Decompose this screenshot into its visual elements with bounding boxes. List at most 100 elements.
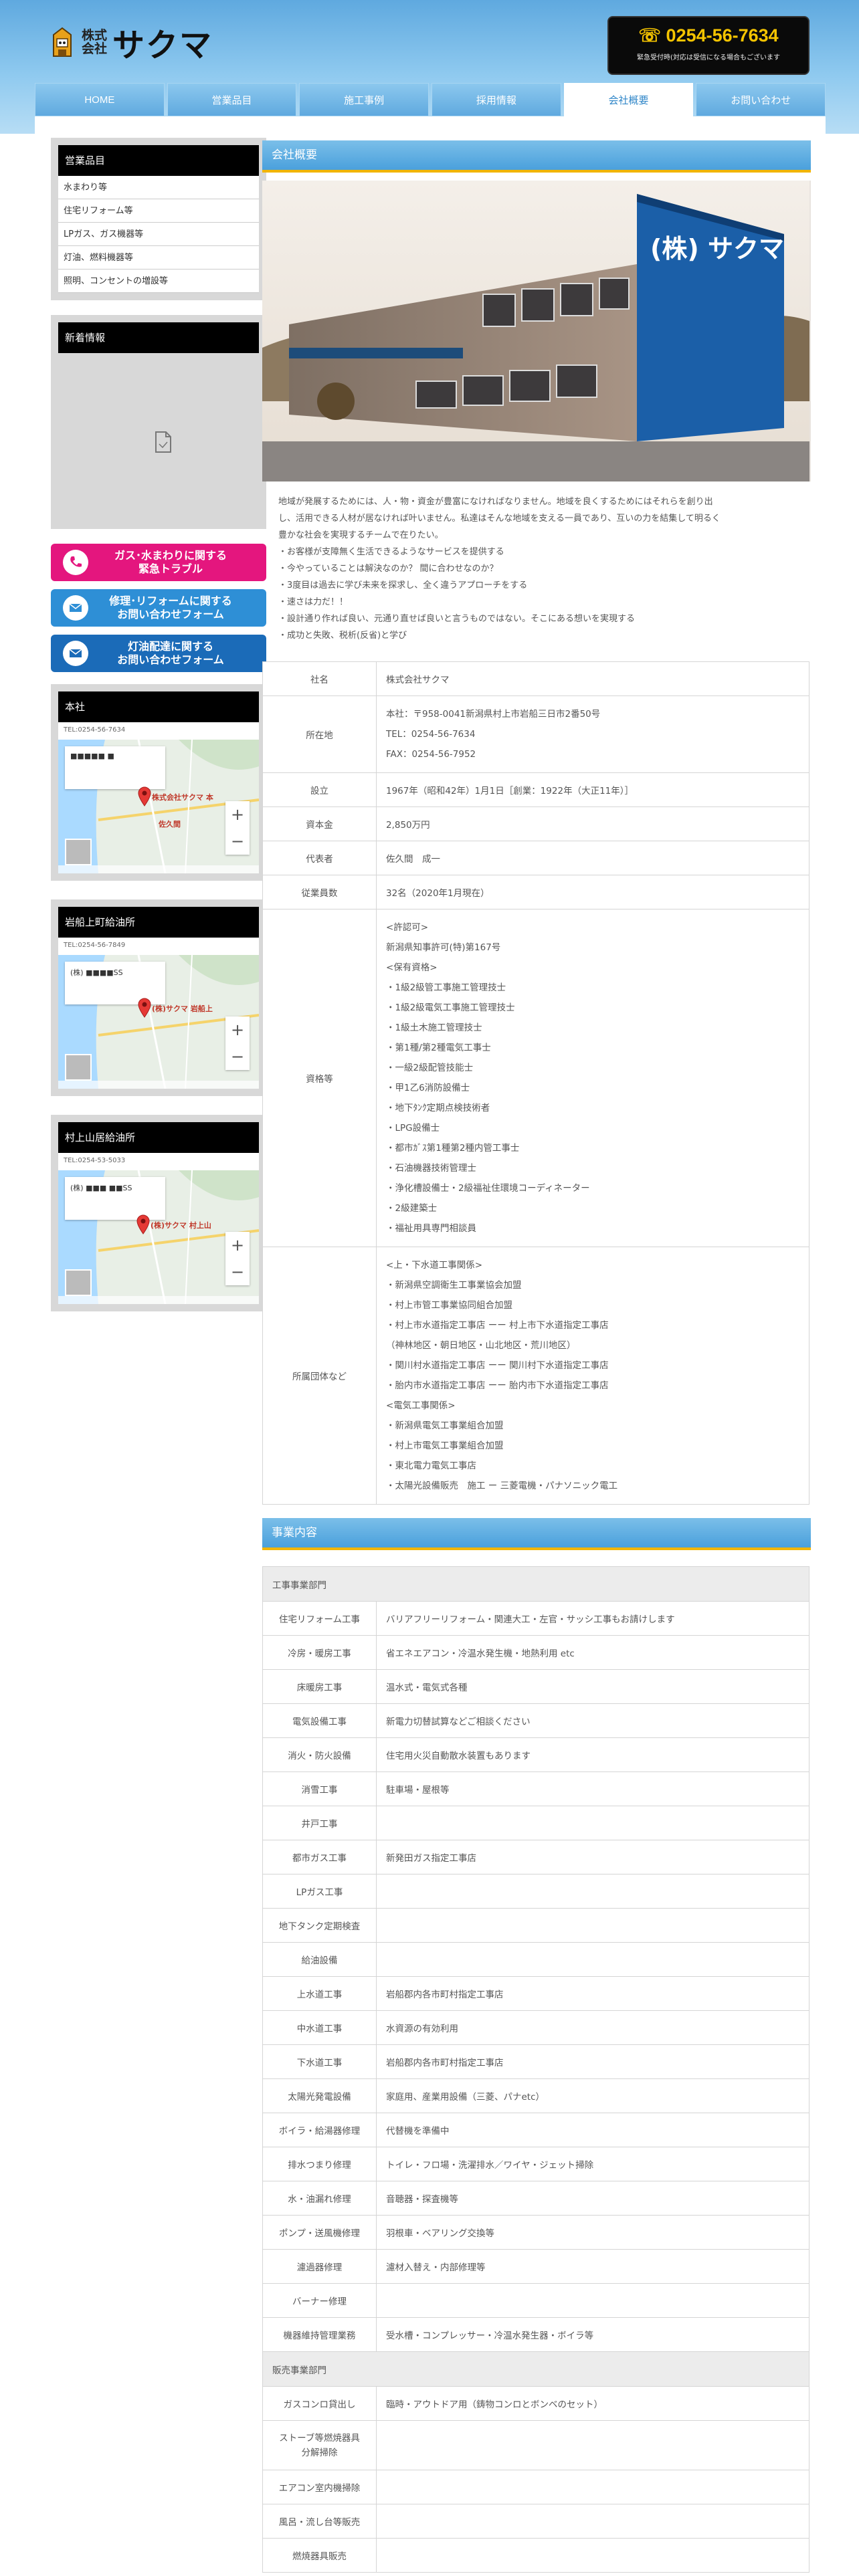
zoom-out-icon[interactable]: − [231,1263,244,1281]
business-item: 電気設備工事 [262,1703,377,1738]
products-list-item[interactable]: 水まわり等 [58,176,259,199]
info-value-line: ・地下ﾀﾝｸ定期点検技術者 [386,1103,490,1113]
products-box: 営業品目 水まわり等 住宅リフォーム等 LPガス、ガス機器等 灯油、燃料機器等 照明、コ… [51,138,266,300]
business-item: 都市ガス工事 [262,1840,377,1874]
map-card-title: (株) ■■■■SS [70,968,123,977]
office-map[interactable]: ■■■■■ ■ 株式会社サクマ 本佐久間 + − [58,740,259,873]
cta-line2: お問い合わせフォーム [117,608,224,621]
business-desc: 住宅用火災自動散水装置もあります [376,1737,809,1772]
info-value-line: ・新潟県空調衛生工事業協会加盟 [386,1280,522,1291]
business-desc [376,2470,809,2504]
nav-works[interactable]: 施工事例 [299,83,430,116]
products-list-item[interactable]: 住宅リフォーム等 [58,199,259,223]
zoom-in-icon[interactable]: + [231,1236,244,1255]
intro-line: 地域が発展するためには、人・物・資金が豊富になければなりません。地域を良くするた… [278,497,713,507]
logo-kabushiki: 株式 [82,28,108,43]
business-item: 消雪工事 [262,1772,377,1806]
business-item-line: 分解掃除 [301,2447,338,2458]
business-desc: 音聴器・探査機等 [376,2181,809,2216]
office-map[interactable]: (株) ■■■ ■■SS (株)サクマ 村上山 + − [58,1170,259,1304]
logo-kaisha: 会社 [82,41,108,56]
business-item: 住宅リフォーム工事 [262,1601,377,1636]
business-item: 冷房・暖房工事 [262,1635,377,1670]
map-pin-icon[interactable] [137,786,152,807]
business-desc: 岩船郡内各市町村指定工事店 [376,2044,809,2079]
header-phone-box[interactable]: ☏ 0254-56-7634 緊急受付時(対応は受信になる場合もございます [607,16,809,75]
nav-contact[interactable]: お問い合わせ [696,83,826,116]
zoom-out-icon[interactable]: − [231,1047,244,1066]
intro-line: 豊かな社会を実現するチームで在りたい。 [278,530,444,540]
business-item: 上水道工事 [262,1976,377,2011]
document-icon [155,431,171,453]
zoom-out-icon[interactable]: − [231,832,244,851]
map-info-card[interactable]: (株) ■■■ ■■SS [65,1177,165,1220]
office-tel: TEL:0254-53-5033 [58,1153,259,1170]
info-value-line: ・石油機器技術管理士 [386,1163,476,1174]
company-intro: 地域が発展するためには、人・物・資金が豊富になければなりません。地域を良くするた… [262,494,811,644]
intro-line: ・お客様が支障無く生活できるようなサービスを提供する [278,547,504,557]
office-title: 本社 [58,691,259,722]
nav-home[interactable]: HOME [35,83,165,116]
business-item: 機器維持管理業務 [262,2317,377,2352]
business-desc [376,2538,809,2573]
info-value-line: ・都市ｶﾞｽ第1種第2種内管工事士 [386,1143,520,1154]
products-list: 水まわり等 住宅リフォーム等 LPガス、ガス機器等 灯油、燃料機器等 照明、コンセントの… [58,176,259,293]
nav-company[interactable]: 会社概要 [563,83,694,116]
cta-line2: お問い合わせフォーム [117,653,224,666]
business-item: ストーブ等燃焼器具 分解掃除 [262,2420,377,2470]
info-value: 1967年（昭和42年）1月1日［創業：1922年（大正11年）］ [376,772,809,807]
site-logo[interactable]: 株式 会社 サクマ [48,19,213,66]
office-title: 村上山居給油所 [58,1122,259,1153]
info-value: 本社：〒958-0041新潟県村上市岩船三日市2番50号 TEL：0254-56-… [376,695,809,773]
info-value-lines: 2,850万円 [386,817,799,831]
products-list-item[interactable]: LPガス、ガス機器等 [58,223,259,246]
map-info-card[interactable]: ■■■■■ ■ [65,746,165,789]
business-desc: 代替機を準備中 [376,2113,809,2147]
zoom-in-icon[interactable]: + [231,805,244,824]
office-map[interactable]: (株) ■■■■SS (株)サクマ 岩船上 + − [58,955,259,1089]
business-desc: 駐車場・屋根等 [376,1772,809,1806]
business-row: 濾過器修理 濾材入替え・内部修理等 [262,2249,809,2284]
info-label: 資本金 [262,807,377,841]
business-item: 給油設備 [262,1942,377,1977]
map-place-label-secondary: 佐久間 [159,820,181,829]
business-desc: 新発田ガス指定工事店 [376,1840,809,1874]
business-desc [376,2420,809,2470]
cta-button[interactable]: 修理･リフォームに関する お問い合わせフォーム [51,589,266,627]
business-desc: 省エネエアコン・冷温水発生機・地熱利用 etc [376,1635,809,1670]
zoom-control[interactable]: + − [225,1232,250,1285]
info-row: 従業員数 32名（2020年1月現在） [262,875,809,909]
business-row: 消雪工事 駐車場・屋根等 [262,1772,809,1806]
map-pin-icon[interactable] [136,1214,151,1235]
info-value-lines: <許認可> 新潟県知事許可(特)第167号 <保有資格> ・1級2級管工事施工管理技士… [386,909,799,1247]
intro-line: ・速さは力だ！！ [278,597,349,607]
logo-mascot-icon [53,27,72,57]
map-layer-thumbnail[interactable] [65,839,92,865]
nav-recruit[interactable]: 採用情報 [432,83,561,116]
zoom-control[interactable]: + − [225,801,250,855]
zoom-control[interactable]: + − [225,1016,250,1070]
header-phone[interactable]: ☏ 0254-56-7634 [609,25,808,46]
main-column: 会社概要 (株) サクマ 地域が発展するためには、人・物・資金が豊富になければな… [262,140,811,2573]
products-list-item[interactable]: 照明、コンセントの増設等 [58,270,259,293]
products-list-item[interactable]: 灯油、燃料機器等 [58,246,259,270]
info-label: 代表者 [262,841,377,875]
business-desc: 新電力切替試算などご相談ください [376,1703,809,1738]
info-value-line: 32名（2020年1月現在） [386,888,490,899]
map-pin-icon[interactable] [137,998,152,1018]
cta-button[interactable]: ガス･水まわりに関する 緊急トラブル [51,544,266,581]
info-row: 代表者 佐久間 成一 [262,841,809,875]
zoom-in-icon[interactable]: + [231,1021,244,1039]
info-value-line: <電気工事関係> [386,1400,456,1411]
business-item: LPガス工事 [262,1874,377,1909]
business-group-row: 工事事業部門 [262,1566,809,1602]
info-row: 所在地 本社：〒958-0041新潟県村上市岩船三日市2番50号 TEL：0254-… [262,695,809,773]
map-layer-thumbnail[interactable] [65,1269,92,1296]
nav-products[interactable]: 営業品目 [167,83,297,116]
business-row: 地下タンク定期検査 [262,1908,809,1943]
cta-button[interactable]: 灯油配達に関する お問い合わせフォーム [51,635,266,672]
info-row: 社名 株式会社サクマ [262,661,809,696]
info-value-line: 佐久間 成一 [386,854,440,865]
map-layer-thumbnail[interactable] [65,1054,92,1081]
business-row: 電気設備工事 新電力切替試算などご相談ください [262,1703,809,1738]
